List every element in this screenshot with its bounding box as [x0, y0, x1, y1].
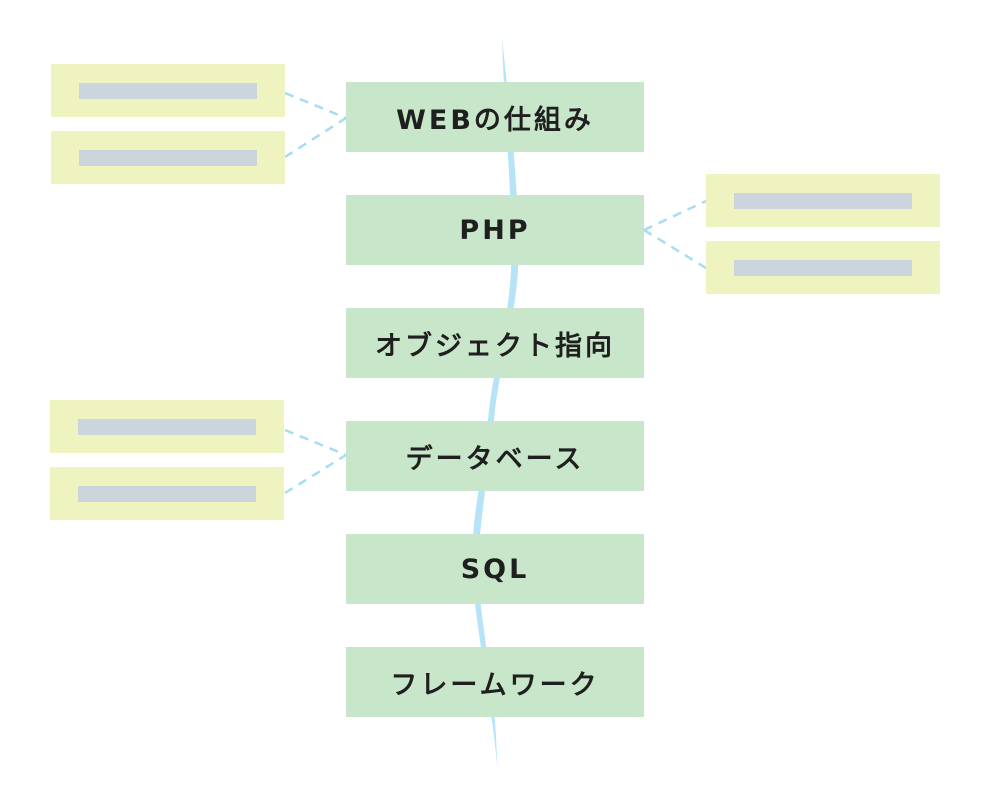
- connector-line: [643, 199, 707, 232]
- step-label: PHP: [459, 214, 531, 246]
- step-label: フレームワーク: [390, 669, 600, 701]
- note-card: [706, 174, 940, 227]
- connector-line: [284, 453, 347, 495]
- connector-line: [284, 116, 347, 159]
- note-card: [706, 241, 940, 294]
- step-label: WEBの仕組み: [396, 104, 594, 136]
- step-web-basics: WEBの仕組み: [346, 82, 644, 152]
- connector-line: [643, 228, 707, 270]
- step-sql: SQL: [346, 534, 644, 604]
- step-label: SQL: [460, 553, 530, 585]
- note-placeholder-bar: [79, 83, 257, 99]
- note-placeholder-bar: [78, 486, 256, 502]
- step-label: オブジェクト指向: [375, 330, 615, 362]
- step-database: データベース: [346, 421, 644, 491]
- connector-line: [284, 91, 347, 120]
- note-card: [50, 467, 284, 520]
- note-placeholder-bar: [734, 193, 912, 209]
- note-placeholder-bar: [78, 419, 256, 435]
- step-object-oriented: オブジェクト指向: [346, 308, 644, 378]
- step-php: PHP: [346, 195, 644, 265]
- connector-line: [284, 428, 347, 457]
- note-placeholder-bar: [734, 260, 912, 276]
- note-card: [51, 64, 285, 117]
- note-placeholder-bar: [79, 150, 257, 166]
- learning-roadmap-diagram: WEBの仕組み PHP オブジェクト指向 データベース SQL フレームワーク: [0, 0, 990, 800]
- step-label: データベース: [405, 443, 585, 475]
- step-framework: フレームワーク: [346, 647, 644, 717]
- note-card: [50, 400, 284, 453]
- note-card: [51, 131, 285, 184]
